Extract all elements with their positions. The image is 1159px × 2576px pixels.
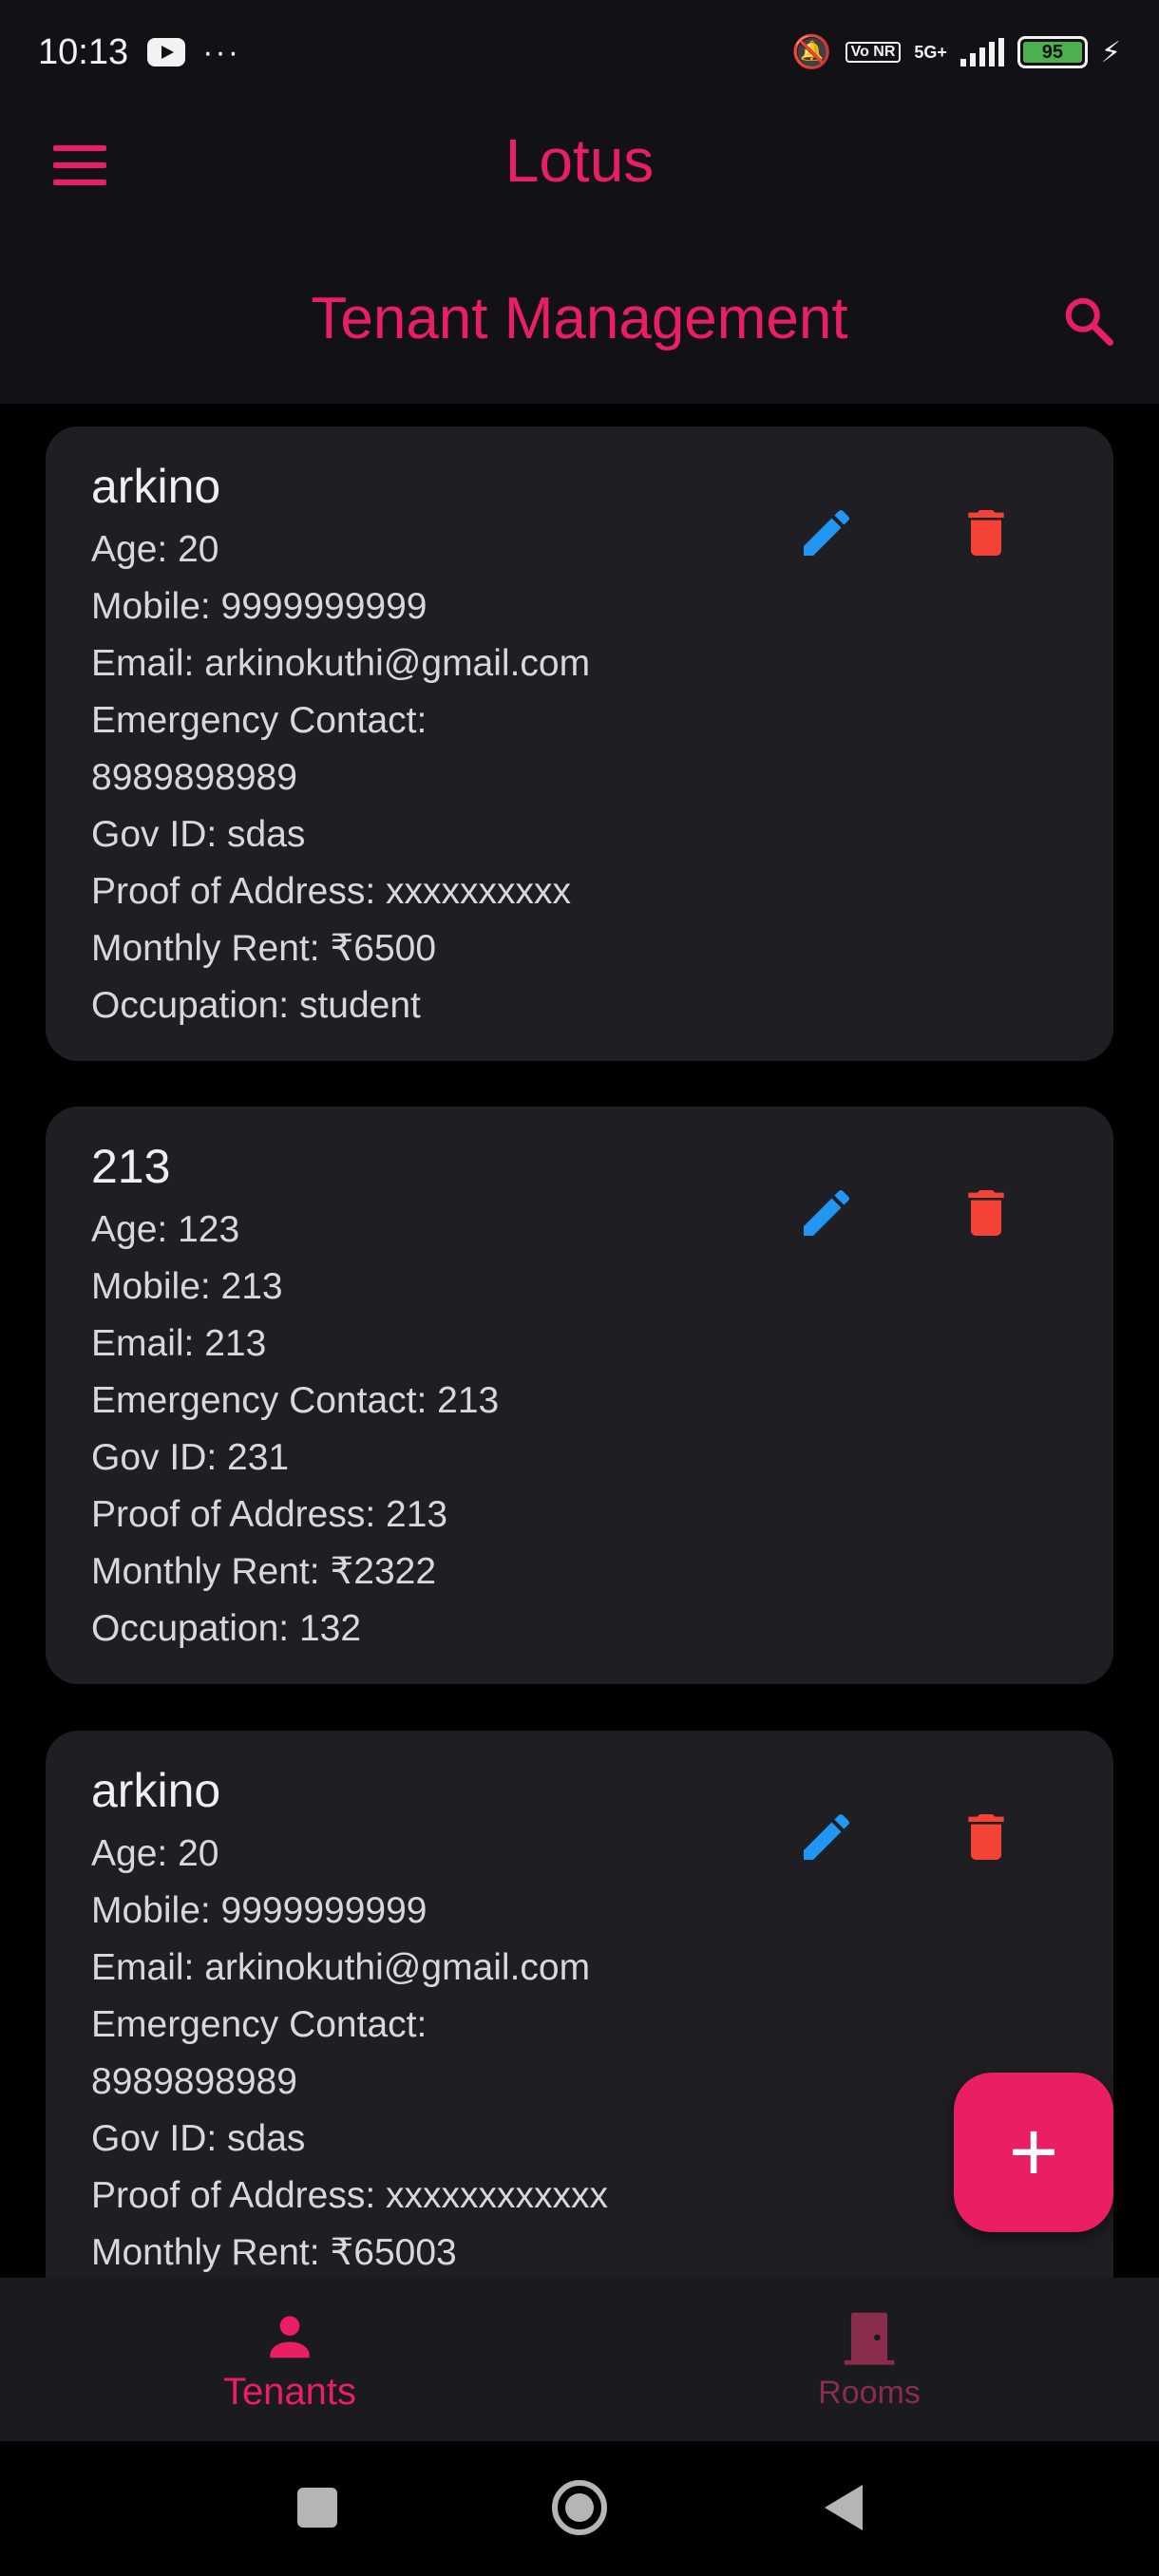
tenant-mobile: Mobile: 9999999999 [91,586,428,627]
bottom-navigation: Tenants Rooms [0,2278,1159,2441]
edit-button[interactable] [788,1175,864,1251]
tenant-name: arkino [91,1764,221,1817]
tenant-card: 213 Age: 123 Mobile: 213 Email: 213 Emer… [46,1107,1113,1684]
tenant-monthly-rent: Monthly Rent: ₹6500 [91,928,437,969]
tenant-email: Email: arkinokuthi@gmail.com [91,1947,591,1988]
vibrate-off-icon: 🔕 [791,34,832,70]
tenant-emergency-contact-label: Emergency Contact: [91,700,428,741]
nav-tab-rooms[interactable]: Rooms [580,2278,1159,2441]
tenant-age: Age: 20 [91,529,219,570]
delete-button[interactable] [948,495,1024,571]
tenant-occupation: Occupation: student [91,985,421,1026]
recents-button[interactable] [289,2479,346,2536]
tenant-proof-of-address: Proof of Address: 213 [91,1494,448,1535]
trash-icon [968,510,1004,556]
tenant-mobile: Mobile: 9999999999 [91,1890,428,1931]
tenant-email: Email: 213 [91,1323,267,1364]
trash-icon [968,1190,1004,1236]
youtube-icon [147,38,186,66]
tenant-age: Age: 20 [91,1833,219,1874]
tenant-gov-id: Gov ID: sdas [91,814,306,855]
tenant-emergency-contact-label: Emergency Contact: [91,2004,428,2045]
nav-tab-rooms-label: Rooms [818,2374,921,2411]
tenant-name: arkino [91,460,221,513]
system-navigation-bar [0,2441,1159,2576]
door-icon [844,2312,895,2365]
app-title: Lotus [504,126,655,195]
pencil-icon [804,509,850,556]
pencil-icon [804,1189,850,1236]
charging-icon: ⚡ [1100,36,1121,68]
tenant-monthly-rent: Monthly Rent: ₹2322 [91,1551,437,1592]
screen: 10:13 ··· 🔕 Vo NR 5G+ 95 ⚡ Lotus Tenant … [0,0,1159,2576]
back-icon [825,2485,863,2530]
add-tenant-button[interactable]: + [954,2073,1113,2232]
edit-button[interactable] [788,495,864,571]
page-title: Tenant Management [311,286,848,351]
status-time: 10:13 [38,31,129,72]
tenant-card: arkino Age: 20 Mobile: 9999999999 Email:… [46,426,1113,1061]
nav-tab-tenants[interactable]: Tenants [0,2278,580,2441]
signal-icon [960,38,1004,66]
delete-button[interactable] [948,1799,1024,1875]
volte-icon: Vo NR [845,42,902,63]
recents-icon [297,2488,337,2528]
delete-button[interactable] [948,1175,1024,1251]
more-notifications-icon: ··· [202,33,241,70]
pencil-icon [804,1813,850,1860]
home-button[interactable] [551,2479,608,2536]
back-button[interactable] [815,2479,872,2536]
tenant-name: 213 [91,1140,171,1193]
tenant-email: Email: arkinokuthi@gmail.com [91,643,591,684]
battery-level: 95 [1022,42,1082,63]
tenant-occupation: Occupation: 132 [91,1608,362,1649]
tenant-emergency-contact-value: 8989898989 [91,2061,297,2102]
edit-button[interactable] [788,1799,864,1875]
status-icons: 🔕 Vo NR 5G+ 95 ⚡ [791,33,1121,71]
search-icon[interactable] [1060,293,1117,350]
tenant-proof-of-address: Proof of Address: xxxxxxxxxxxx [91,2175,609,2216]
tenant-age: Age: 123 [91,1209,240,1250]
tenant-gov-id: Gov ID: sdas [91,2118,306,2159]
tenant-proof-of-address: Proof of Address: xxxxxxxxxx [91,871,572,912]
app-bar: Lotus Tenant Management [0,104,1159,404]
tenant-emergency-contact-value: 8989898989 [91,757,297,798]
tenant-list[interactable]: arkino Age: 20 Mobile: 9999999999 Email:… [0,404,1159,2278]
trash-icon [968,1814,1004,1860]
battery-icon: 95 [1016,36,1088,68]
nav-tab-tenants-label: Tenants [222,2370,357,2413]
status-bar: 10:13 ··· 🔕 Vo NR 5G+ 95 ⚡ [0,0,1159,104]
tenant-gov-id: Gov ID: 231 [91,1437,290,1478]
tenant-monthly-rent: Monthly Rent: ₹65003 [91,2232,457,2273]
network-type: 5G+ [914,42,947,62]
person-icon [270,2315,310,2358]
tenant-mobile: Mobile: 213 [91,1266,283,1307]
home-icon [552,2480,607,2535]
tenant-emergency-contact: Emergency Contact: 213 [91,1380,500,1421]
